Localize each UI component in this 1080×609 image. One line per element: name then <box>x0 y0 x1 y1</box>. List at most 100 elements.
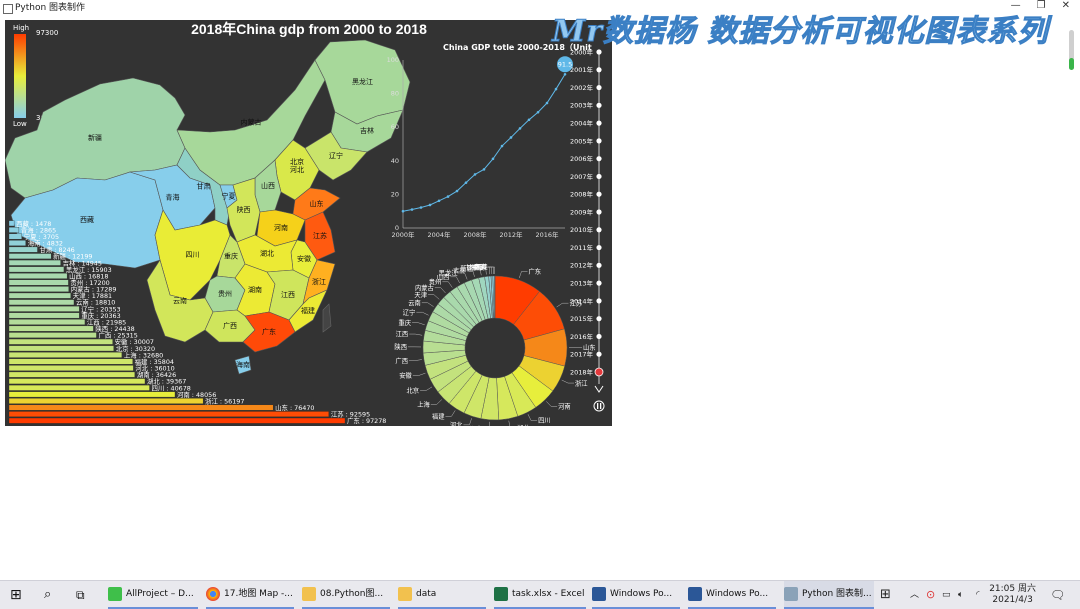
bar-福建 <box>9 359 133 364</box>
map-label-hebei: 河北 <box>290 166 304 174</box>
folder-icon <box>302 587 316 601</box>
start-button[interactable]: ⊞ <box>10 581 30 609</box>
taskbar: ⊞ ⌕ ⧉ AllProject – D... 17.地图 Map -... 0… <box>0 580 1080 609</box>
volume-icon[interactable]: 🔈︎ <box>958 581 963 609</box>
map-label-jilin: 吉林 <box>360 126 374 135</box>
line-point <box>420 206 423 209</box>
line-xtick: 2004年 <box>427 230 451 239</box>
powershell-icon <box>688 587 702 601</box>
pie-label: 四川 <box>538 417 551 425</box>
map-label-jiangsu: 江苏 <box>313 231 327 240</box>
ide-icon <box>108 587 122 601</box>
timeline-label: 2005年 <box>570 136 594 145</box>
bar-北京 <box>9 346 114 351</box>
timeline-label: 2012年 <box>570 261 594 270</box>
timeline-tick <box>596 245 601 250</box>
timeline-tick <box>596 352 601 357</box>
pie-leader <box>557 303 569 307</box>
line-point <box>537 111 540 114</box>
pie-leader <box>409 360 422 361</box>
taskbar-item-label: AllProject – D... <box>126 581 194 608</box>
taskbar-item-label: task.xlsx - Excel <box>512 581 584 608</box>
timeline-label: 2014年 <box>570 296 594 305</box>
taskbar-item-excel[interactable]: task.xlsx - Excel <box>494 581 586 609</box>
pie-leader <box>509 421 516 426</box>
pie-chart[interactable]: 广东江苏山东浙江河南四川湖北湖南河北福建上海北京安徽广西陕西江西重庆辽宁云南天津… <box>394 262 595 426</box>
bar-海南 <box>9 240 26 245</box>
map-label-yunnan: 云南 <box>173 296 187 305</box>
search-icon: ⌕ <box>44 581 51 609</box>
pie-label: 重庆 <box>398 318 411 327</box>
taskbar-item-label: Python 图表制... <box>802 581 872 608</box>
timeline-tick <box>596 174 601 179</box>
visualmap-gradient[interactable] <box>14 34 26 118</box>
wifi-icon[interactable]: ◜ <box>976 581 980 609</box>
timeline-label: 2004年 <box>570 119 594 128</box>
timeline-label: 2001年 <box>570 65 594 74</box>
line-point <box>429 204 432 207</box>
timeline-tick <box>596 227 601 232</box>
line-point <box>456 190 459 193</box>
pie-label: 江西 <box>396 330 409 338</box>
notification-icon[interactable]: 🗨︎ <box>1050 581 1065 609</box>
timeline-pause-bar-left <box>597 403 598 409</box>
line-point <box>474 173 477 176</box>
bar-辽宁 <box>9 306 79 311</box>
taskbar-item-powershell-1[interactable]: Windows Po... <box>592 581 680 609</box>
map-label-hunan: 湖南 <box>248 285 262 294</box>
pie-label: 云南 <box>408 298 421 307</box>
pie-label: 湖南 <box>470 424 483 426</box>
map-label-liaoning: 辽宁 <box>329 151 343 160</box>
taskbar-item-allproject[interactable]: AllProject – D... <box>108 581 198 609</box>
bar-重庆 <box>9 313 79 318</box>
taskbar-item-folder-python[interactable]: 08.Python图... <box>302 581 390 609</box>
clock[interactable]: 21:05 周六 2021/4/3 <box>989 584 1036 606</box>
pie-leader <box>487 267 493 274</box>
timeline-label: 2006年 <box>570 154 594 163</box>
clock-date: 2021/4/3 <box>989 595 1036 606</box>
bar-山东 <box>9 405 273 410</box>
grid-icon[interactable]: ⊞ <box>880 581 891 609</box>
bar-西藏 <box>9 221 14 226</box>
taskbar-item-chrome[interactable]: 17.地图 Map -... <box>206 581 294 609</box>
map-title: 2018年China gdp from 2000 to 2018 <box>191 21 427 37</box>
clock-time: 21:05 周六 <box>989 584 1036 595</box>
taskbar-item-powershell-2[interactable]: Windows Po... <box>688 581 776 609</box>
bar-湖北 <box>9 379 145 384</box>
timeline-tick <box>596 263 601 268</box>
window-icon <box>784 587 798 601</box>
line-chart: 0204060801002000年2004年2008年2012年2016年91.… <box>387 56 573 239</box>
bar-吉林 <box>9 260 61 265</box>
pie-leader <box>463 418 471 425</box>
map-label-heilongjiang: 黑龙江 <box>352 77 373 86</box>
bar-四川 <box>9 385 150 390</box>
pie-label: 浙江 <box>575 378 588 387</box>
timeline-tick <box>596 121 601 126</box>
record-icon[interactable]: ⊙ <box>926 581 935 609</box>
timeline[interactable]: 2000年2001年2002年2003年2004年2005年2006年2007年… <box>570 47 604 411</box>
map-label-hubei: 湖北 <box>260 249 274 258</box>
side-scroll-indicator[interactable] <box>1069 30 1074 70</box>
taskbar-item-label: data <box>416 581 436 608</box>
taskbar-item-python-chart[interactable]: Python 图表制... <box>784 581 874 609</box>
map-label-neimenggu: 内蒙古 <box>241 118 262 127</box>
task-view-button[interactable]: ⧉ <box>76 581 96 609</box>
pie-label: 陕西 <box>394 342 407 351</box>
taskbar-item-folder-data[interactable]: data <box>398 581 486 609</box>
pie-leader <box>528 414 537 420</box>
line-ytick: 100 <box>387 56 399 64</box>
pie-leader <box>483 422 490 426</box>
pie-label: 北京 <box>406 386 419 395</box>
close-icon[interactable]: ✕ <box>1062 0 1070 16</box>
line-point <box>564 73 567 76</box>
bar-湖南 <box>9 372 135 377</box>
search-button[interactable]: ⌕ <box>44 581 64 609</box>
bar-河南 <box>9 392 175 397</box>
chevron-up-icon[interactable]: ︿ <box>910 581 919 609</box>
window-title: Python 图表制作 <box>15 0 85 16</box>
bar-新疆 <box>9 254 51 259</box>
map-label-anhui: 安徽 <box>297 254 311 263</box>
bar-浙江 <box>9 398 203 403</box>
battery-icon[interactable]: ▭ <box>942 581 951 609</box>
line-point <box>501 145 504 148</box>
